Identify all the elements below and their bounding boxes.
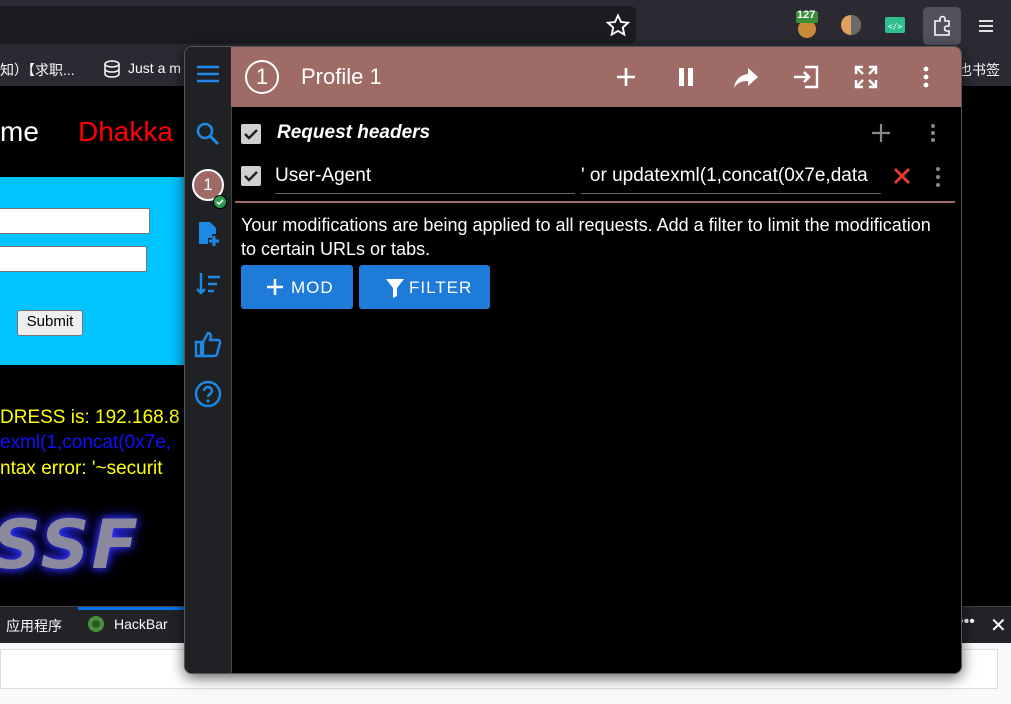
tab-apps[interactable]: 应用程序 — [6, 616, 62, 636]
delete-header-icon[interactable] — [891, 165, 913, 187]
popup-sidebar: 1 — [185, 47, 232, 673]
other-bookmarks[interactable]: 也书签 — [958, 60, 1000, 80]
thumbs-up-icon[interactable] — [193, 329, 223, 359]
request-headers-checkbox[interactable] — [241, 124, 261, 144]
ip-address-text: DRESS is: 192.168.8 — [0, 407, 180, 428]
modheader-popup: 1 1 Profile 1 Request headers User-Agent… — [184, 46, 962, 674]
profile-badge-number: 1 — [203, 175, 213, 194]
pause-icon[interactable] — [671, 62, 701, 92]
puzzle-graphic — [934, 15, 950, 36]
code-extension-graphic: </> — [885, 17, 905, 33]
browser-toolbar: 127 </> — [0, 0, 1011, 50]
add-profile-icon[interactable] — [193, 219, 223, 249]
divider — [235, 201, 955, 203]
section-title: Request headers — [277, 122, 431, 143]
profile-header: 1 Profile 1 — [231, 47, 961, 107]
bookmark-item[interactable]: Just a m — [128, 60, 181, 76]
app-menu-icon[interactable] — [972, 12, 1000, 40]
request-headers-section: Request headers — [231, 113, 961, 153]
search-icon[interactable] — [193, 119, 223, 149]
check-circle-icon — [213, 195, 227, 209]
plus-icon — [267, 279, 283, 295]
login-form: Submit — [0, 177, 186, 365]
modification-note: Your modifications are being applied to … — [241, 215, 931, 259]
header-row: User-Agent ' or updatexml(1,concat(0x7e,… — [231, 155, 961, 201]
hackbar-extension-icon[interactable]: 127 — [792, 9, 822, 40]
fullscreen-icon[interactable] — [851, 62, 881, 92]
filter-icon — [386, 279, 404, 298]
devtools-close-icon[interactable]: ✕ — [990, 613, 1007, 638]
code-extension-icon[interactable]: </> — [880, 10, 910, 40]
share-icon[interactable] — [731, 62, 761, 92]
more-vert-icon[interactable] — [911, 62, 941, 92]
nav-home-link[interactable]: me — [0, 116, 39, 148]
extension-badge: 127 — [797, 9, 816, 21]
syntax-error-text: ntax error: '~securit — [0, 458, 163, 479]
database-icon — [104, 60, 120, 78]
bookmark-star-icon[interactable] — [604, 12, 632, 40]
orange-extension-graphic — [841, 15, 861, 35]
url-bar[interactable] — [0, 6, 636, 44]
tab-hackbar[interactable]: HackBar — [114, 616, 168, 632]
filter-button-label: FILTER — [409, 278, 473, 297]
mod-button-label: MOD — [291, 278, 334, 297]
nav-dhakka-link[interactable]: Dhakka — [78, 116, 173, 148]
username-input[interactable] — [0, 208, 150, 234]
extensions-puzzle-icon[interactable] — [923, 7, 961, 45]
header-enabled-checkbox[interactable] — [241, 166, 261, 186]
injected-payload-text: exml(1,concat(0x7e, — [0, 432, 172, 453]
profile-number-icon[interactable]: 1 — [245, 60, 279, 94]
bookmark-item[interactable]: 知）【求职... — [0, 60, 75, 80]
add-header-icon[interactable] — [869, 121, 893, 145]
header-value-field[interactable]: ' or updatexml(1,concat(0x7e,data — [581, 165, 881, 194]
site-logo: SSF — [0, 506, 140, 585]
add-mod-button[interactable]: MOD — [241, 265, 353, 309]
header-name-field[interactable]: User-Agent — [275, 165, 575, 194]
svg-text:</>: </> — [888, 22, 903, 31]
header-more-vert-icon[interactable] — [927, 165, 949, 189]
hamburger-menu-icon[interactable] — [193, 59, 223, 89]
import-icon[interactable] — [791, 62, 821, 92]
help-icon[interactable] — [193, 379, 223, 409]
checkmark-icon — [244, 171, 258, 182]
active-tab-indicator — [78, 607, 184, 610]
section-more-vert-icon[interactable] — [921, 121, 945, 145]
submit-button[interactable]: Submit — [17, 310, 83, 336]
extension-icon-orange[interactable] — [836, 10, 866, 40]
hackbar-icon — [88, 616, 104, 632]
checkmark-icon — [244, 129, 258, 140]
sort-icon[interactable] — [193, 269, 223, 299]
profile-title[interactable]: Profile 1 — [301, 64, 382, 90]
add-filter-button[interactable]: FILTER — [359, 265, 490, 309]
add-icon[interactable] — [611, 62, 641, 92]
password-input[interactable] — [0, 246, 147, 272]
